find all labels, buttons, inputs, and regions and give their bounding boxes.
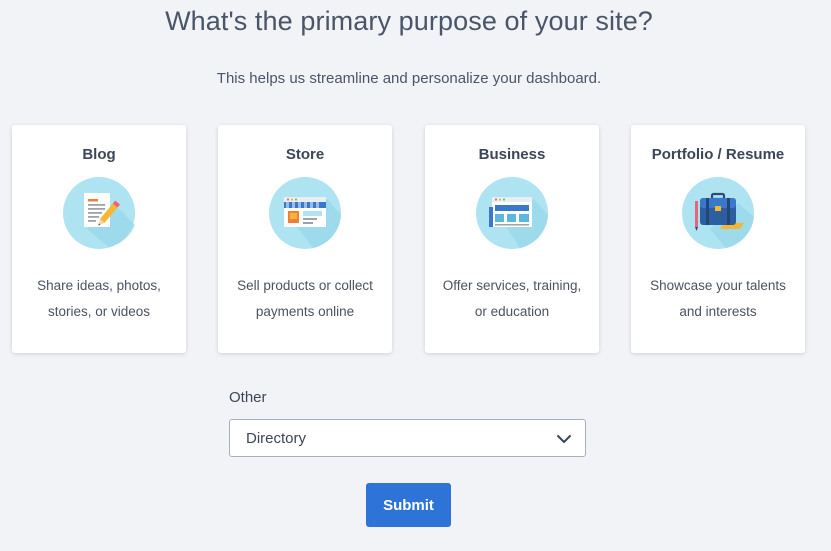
portfolio-briefcase-icon <box>682 177 754 249</box>
site-purpose-page: What's the primary purpose of your site?… <box>0 0 831 551</box>
card-business[interactable]: Business Offer services, training, or ed… <box>425 125 599 353</box>
card-description: Share ideas, photos, stories, or videos <box>37 278 161 319</box>
card-title: Business <box>478 146 546 163</box>
card-title: Portfolio / Resume <box>651 146 785 163</box>
card-description: Showcase your talents and interests <box>650 278 786 319</box>
other-label: Other <box>229 389 267 406</box>
card-blog[interactable]: Blog Share ideas, photos, stories, or vi… <box>12 125 186 353</box>
other-purpose-select[interactable]: Directory <box>229 419 586 457</box>
page-title: What's the primary purpose of your site? <box>165 6 653 36</box>
card-title: Store <box>285 146 325 163</box>
card-store[interactable]: Store Sell products or collect payments … <box>218 125 392 353</box>
select-value: Directory <box>246 430 307 447</box>
card-description: Sell products or collect payments online <box>237 278 373 319</box>
submit-button[interactable]: Submit <box>366 483 451 527</box>
business-browser-window-icon <box>476 177 548 249</box>
card-description: Offer services, training, or education <box>442 278 582 319</box>
chevron-down-icon <box>556 432 572 444</box>
card-portfolio-resume[interactable]: Portfolio / Resume Showcase your talents… <box>631 125 805 353</box>
page-subtitle: This helps us streamline and personalize… <box>216 70 602 87</box>
storefront-icon <box>269 177 341 249</box>
card-title: Blog <box>82 146 116 163</box>
blog-document-pencil-icon <box>63 177 135 249</box>
